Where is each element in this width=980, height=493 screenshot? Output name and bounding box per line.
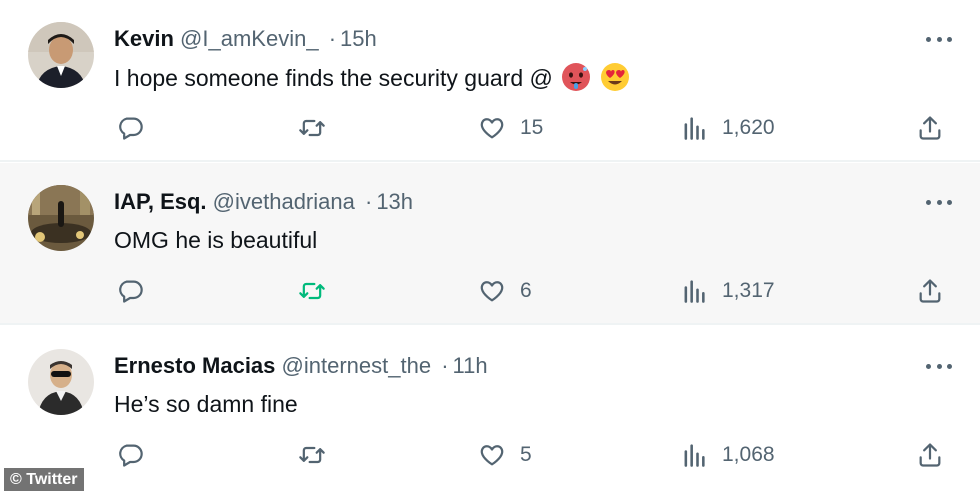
like-count: 6 bbox=[520, 279, 532, 302]
reply-button[interactable] bbox=[116, 112, 158, 144]
tweet-actions: 6 1,317 bbox=[0, 275, 980, 307]
display-name[interactable]: Ernesto Macias bbox=[114, 353, 275, 378]
tweet-text: OMG he is beautiful bbox=[114, 225, 317, 255]
reply-icon bbox=[119, 444, 143, 467]
avatar-image bbox=[28, 22, 94, 88]
heart-eyes-emoji bbox=[600, 63, 629, 91]
tweet-text-content: I hope someone finds the security guard … bbox=[114, 65, 553, 91]
retweet-icon bbox=[299, 282, 325, 300]
view-count: 1,317 bbox=[722, 279, 775, 302]
retweet-icon bbox=[299, 119, 325, 137]
like-icon bbox=[480, 118, 504, 139]
share-icon bbox=[919, 443, 941, 467]
retweet-button[interactable] bbox=[298, 275, 340, 307]
reply-icon bbox=[119, 280, 143, 303]
avatar[interactable] bbox=[28, 185, 94, 251]
tweet-actions: 5 1,068 bbox=[0, 439, 980, 471]
avatar-image bbox=[28, 185, 94, 251]
share-button[interactable] bbox=[916, 439, 944, 471]
user-handle[interactable]: @internest_the bbox=[282, 353, 432, 378]
tweet-header: IAP, Esq. @ivethadriana · 13h bbox=[114, 187, 413, 217]
avatar[interactable] bbox=[28, 349, 94, 415]
user-handle[interactable]: @ivethadriana bbox=[213, 189, 355, 214]
avatar-image bbox=[28, 349, 94, 415]
reply-button[interactable] bbox=[116, 439, 158, 471]
tweet-text: He’s so damn fine bbox=[114, 389, 298, 419]
tweet-card[interactable]: Ernesto Macias @internest_the · 11h He’s … bbox=[0, 327, 980, 493]
like-count: 5 bbox=[520, 443, 532, 466]
views-button[interactable]: 1,620 bbox=[680, 112, 775, 144]
separator: · bbox=[328, 26, 337, 51]
separator: · bbox=[441, 353, 449, 378]
more-icon[interactable] bbox=[926, 28, 952, 50]
more-icon[interactable] bbox=[926, 355, 952, 377]
copyright-watermark: © Twitter bbox=[4, 468, 84, 491]
timestamp[interactable]: 11h bbox=[453, 353, 488, 378]
share-icon bbox=[919, 279, 941, 303]
views-button[interactable]: 1,068 bbox=[680, 439, 775, 471]
tweet-card[interactable]: Kevin @I_amKevin_ · 15h I hope someone fi… bbox=[0, 0, 980, 162]
view-count: 1,068 bbox=[722, 443, 775, 466]
retweet-icon bbox=[299, 446, 325, 464]
tweet-text: I hope someone finds the security guard … bbox=[114, 62, 630, 93]
like-icon bbox=[480, 445, 504, 466]
timestamp[interactable]: 13h bbox=[376, 189, 413, 214]
views-icon bbox=[684, 444, 705, 467]
views-icon bbox=[684, 280, 705, 303]
display-name[interactable]: Kevin bbox=[114, 26, 174, 51]
reply-icon bbox=[119, 117, 143, 140]
tweet-header: Ernesto Macias @internest_the · 11h bbox=[114, 351, 488, 381]
share-button[interactable] bbox=[916, 275, 944, 307]
more-icon[interactable] bbox=[926, 191, 952, 213]
retweet-button[interactable] bbox=[298, 439, 340, 471]
share-icon bbox=[919, 116, 941, 140]
like-button[interactable]: 15 bbox=[478, 112, 543, 144]
timestamp[interactable]: 15h bbox=[340, 26, 377, 51]
view-count: 1,620 bbox=[722, 116, 775, 139]
views-button[interactable]: 1,317 bbox=[680, 275, 775, 307]
avatar[interactable] bbox=[28, 22, 94, 88]
user-handle[interactable]: @I_amKevin_ bbox=[180, 26, 319, 51]
separator: · bbox=[364, 189, 373, 214]
tweet-text-content: OMG he is beautiful bbox=[114, 227, 318, 253]
tweet-card[interactable]: IAP, Esq. @ivethadriana · 13h OMG he is b… bbox=[0, 163, 980, 325]
display-name[interactable]: IAP, Esq. bbox=[114, 189, 207, 214]
reply-feed: Kevin @I_amKevin_ · 15h I hope someone fi… bbox=[0, 0, 980, 493]
like-icon bbox=[480, 281, 504, 302]
like-button[interactable]: 6 bbox=[478, 275, 532, 307]
like-button[interactable]: 5 bbox=[478, 439, 532, 471]
tweet-header: Kevin @I_amKevin_ · 15h bbox=[114, 24, 377, 54]
share-button[interactable] bbox=[916, 112, 944, 144]
retweet-button[interactable] bbox=[298, 112, 340, 144]
tweet-actions: 15 1,620 bbox=[0, 112, 980, 144]
hot-face-emoji bbox=[562, 63, 591, 91]
like-count: 15 bbox=[520, 116, 544, 139]
tweet-text-content: He’s so damn fine bbox=[114, 391, 298, 417]
reply-button[interactable] bbox=[116, 275, 158, 307]
views-icon bbox=[684, 117, 705, 140]
